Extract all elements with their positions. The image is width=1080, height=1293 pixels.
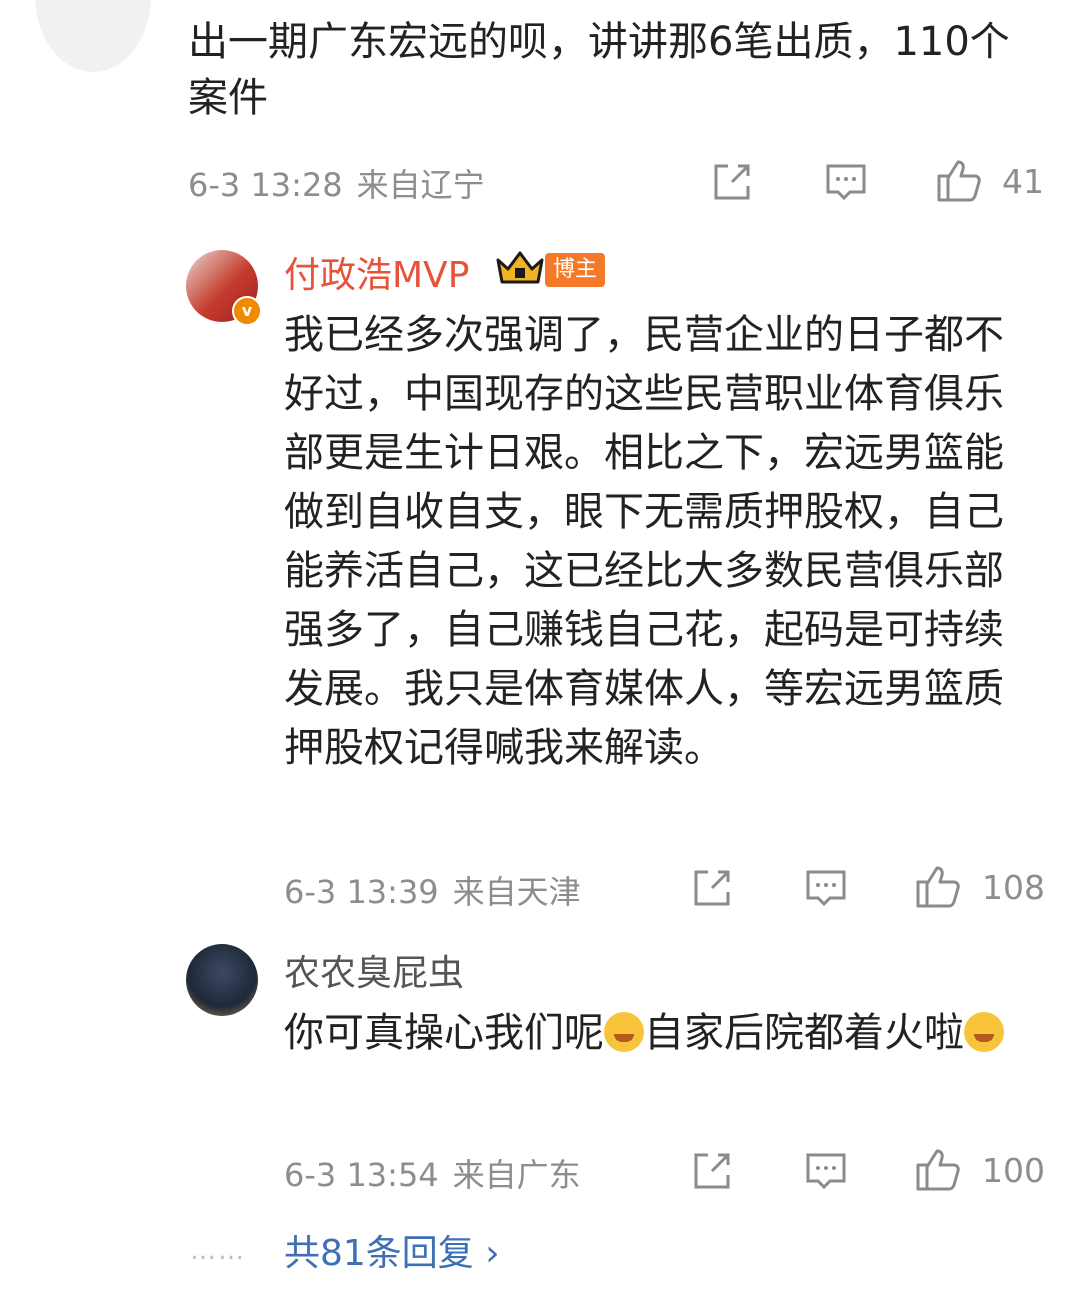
location: 来自天津 [452, 873, 581, 911]
reply-text: 你可真操心我们呢 自家后院都着火啦 [284, 1004, 1014, 1062]
author-badge: 博主 [545, 253, 605, 287]
laughing-crying-emoji-icon [604, 1012, 644, 1052]
location: 来自广东 [452, 1156, 581, 1194]
crown-icon [495, 250, 545, 292]
avatar[interactable] [186, 944, 258, 1016]
comment-icon[interactable] [804, 1149, 848, 1197]
username[interactable]: 农农臭屁虫 [284, 944, 464, 996]
share-icon[interactable] [710, 160, 754, 208]
more-replies-link[interactable]: 共81条回复 › [284, 1224, 500, 1276]
comment-text: 出一期广东宏远的呗，讲讲那6笔出质，110个案件 [188, 19, 1010, 121]
like-count: 41 [1002, 162, 1044, 201]
thumbs-up-icon[interactable] [914, 862, 962, 914]
username[interactable]: 付政浩MVP [284, 246, 469, 298]
share-icon[interactable] [690, 1149, 734, 1197]
comment-icon[interactable] [824, 160, 868, 208]
reply-text: 我已经多次强调了，民营企业的日子都不好过，中国现存的这些民营职业体育俱乐部更是生… [284, 312, 1004, 771]
divider-dots: …… [190, 1236, 246, 1266]
avatar[interactable] [35, 0, 151, 72]
thumbs-up-icon[interactable] [935, 156, 983, 208]
location: 来自辽宁 [356, 166, 485, 204]
shocked-emoji-icon [964, 1012, 1004, 1052]
verified-badge-icon: v [232, 296, 262, 326]
thumbs-up-icon[interactable] [914, 1145, 962, 1197]
comment-icon[interactable] [804, 866, 848, 914]
like-count: 100 [982, 1151, 1045, 1190]
share-icon[interactable] [690, 866, 734, 914]
timestamp: 6-3 13:39 [284, 873, 439, 911]
like-count: 108 [982, 868, 1045, 907]
comment-meta: 6-3 13:28 来自辽宁 [188, 160, 485, 206]
reply-text-part: 自家后院都着火啦 [644, 1010, 964, 1056]
timestamp: 6-3 13:54 [284, 1156, 439, 1194]
reply-text-part: 你可真操心我们呢 [284, 1010, 604, 1056]
timestamp: 6-3 13:28 [188, 166, 343, 204]
comment-meta: 6-3 13:54 来自广东 [284, 1150, 581, 1196]
comment-meta: 6-3 13:39 来自天津 [284, 867, 581, 913]
